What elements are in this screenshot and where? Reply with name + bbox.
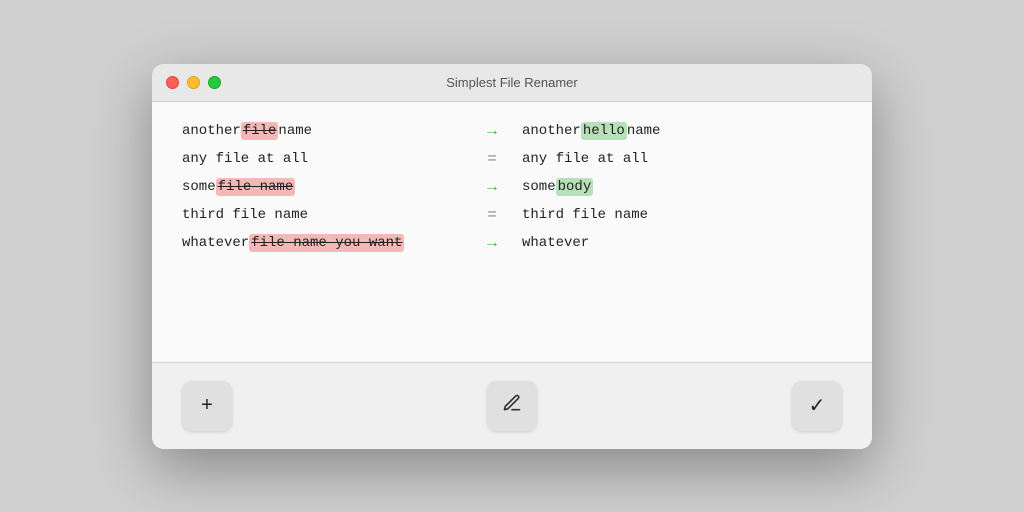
deleted-text: file name you want (249, 234, 404, 252)
new-filename: another hello name (522, 122, 842, 140)
confirm-button[interactable]: ✓ (792, 381, 842, 431)
table-row: third file name=third file name (182, 206, 842, 224)
maximize-button[interactable] (208, 76, 221, 89)
added-text: body (556, 178, 594, 196)
file-table: another file name→another hello nameany … (182, 122, 842, 252)
rename-arrow: → (462, 178, 522, 196)
original-filename: any file at all (182, 151, 462, 167)
plus-icon: + (201, 394, 213, 417)
app-window: Simplest File Renamer another file name→… (152, 64, 872, 449)
checkmark-icon: ✓ (809, 393, 826, 418)
minimize-button[interactable] (187, 76, 200, 89)
original-filename: whatever file name you want (182, 234, 462, 252)
edit-icon (502, 393, 522, 419)
new-filename: whatever (522, 235, 842, 251)
file-list-area: another file name→another hello nameany … (152, 102, 872, 362)
rename-arrow: → (462, 234, 522, 252)
new-filename: somebody (522, 178, 842, 196)
titlebar: Simplest File Renamer (152, 64, 872, 102)
rename-arrow: → (462, 122, 522, 140)
table-row: whatever file name you want→whatever (182, 234, 842, 252)
original-filename: another file name (182, 122, 462, 140)
original-filename: some file name (182, 178, 462, 196)
table-row: any file at all=any file at all (182, 150, 842, 168)
toolbar: + ✓ (152, 363, 872, 449)
window-title: Simplest File Renamer (446, 75, 578, 90)
rename-arrow: = (462, 206, 522, 224)
deleted-text: file name (216, 178, 296, 196)
added-text: hello (581, 122, 627, 140)
close-button[interactable] (166, 76, 179, 89)
deleted-text: file (241, 122, 279, 140)
table-row: some file name→somebody (182, 178, 842, 196)
new-filename: any file at all (522, 151, 842, 167)
new-filename: third file name (522, 207, 842, 223)
edit-button[interactable] (487, 381, 537, 431)
add-button[interactable]: + (182, 381, 232, 431)
table-row: another file name→another hello name (182, 122, 842, 140)
rename-arrow: = (462, 150, 522, 168)
original-filename: third file name (182, 207, 462, 223)
traffic-lights (166, 76, 221, 89)
